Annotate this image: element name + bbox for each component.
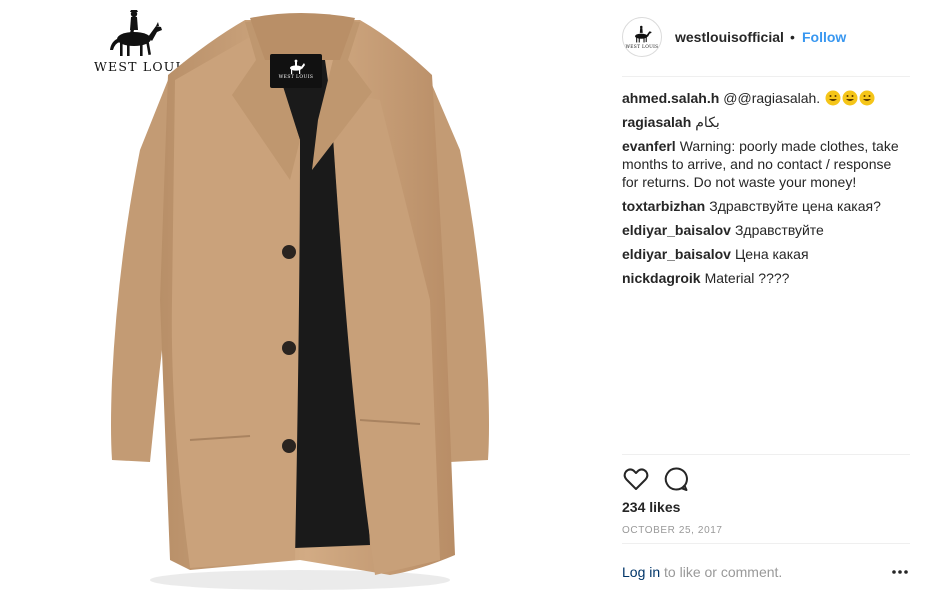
comment-username[interactable]: toxtarbizhan <box>622 198 705 214</box>
separator-dot: • <box>790 29 795 45</box>
coat-label-logo: WEST LOUIS <box>270 54 322 88</box>
comment-text: Здравствуйте <box>734 222 824 238</box>
horse-rider-icon <box>635 25 652 43</box>
more-options-icon[interactable] <box>890 562 910 582</box>
comment-username[interactable]: ahmed.salah.h <box>622 90 719 106</box>
horse-rider-icon <box>290 59 305 74</box>
post-sidebar: WEST LOUIS westlouisofficial • Follow ah… <box>622 0 910 593</box>
comment-bubble-icon[interactable] <box>662 465 690 493</box>
grinning-face-emoji-icon <box>842 90 858 106</box>
comment-item: evanferl Warning: poorly made clothes, ta… <box>622 137 910 191</box>
coat-label-text: WEST LOUIS <box>278 75 314 80</box>
post-footer: Log in to like or comment. <box>622 543 910 594</box>
grinning-face-emoji-icon <box>859 90 875 106</box>
comment-username[interactable]: nickdagroik <box>622 270 701 286</box>
login-prompt-text: to like or comment. <box>660 564 783 580</box>
heart-icon[interactable] <box>622 465 650 493</box>
post-header: WEST LOUIS westlouisofficial • Follow <box>622 16 910 77</box>
grinning-face-emoji-icon <box>825 90 841 106</box>
comment-item: nickdagroik Material ???? <box>622 269 910 287</box>
comment-text: Цена какая <box>734 246 809 262</box>
avatar[interactable]: WEST LOUIS <box>622 17 662 57</box>
comment-username[interactable]: eldiyar_baisalov <box>622 246 731 262</box>
comment-text: Здравствуйте цена какая? <box>709 198 881 214</box>
comment-list: ahmed.salah.h @@ragiasalah. ragiasalah بكا… <box>622 89 910 293</box>
post-actions: 234 likes OCTOBER 25, 2017 <box>622 454 910 545</box>
comment-item: ragiasalah بكام <box>622 113 910 131</box>
comment-item: eldiyar_baisalov Цена какая <box>622 245 910 263</box>
comment-item: toxtarbizhan Здравствуйте цена какая? <box>622 197 910 215</box>
comment-text: @@ragiasalah. <box>723 90 821 106</box>
comment-username[interactable]: ragiasalah <box>622 114 691 130</box>
comment-text: Material ???? <box>704 270 790 286</box>
comment-item: eldiyar_baisalov Здравствуйте <box>622 221 910 239</box>
login-link[interactable]: Log in <box>622 564 660 580</box>
avatar-text: WEST LOUIS <box>625 45 659 50</box>
comment-text: بكام <box>695 114 720 130</box>
follow-button[interactable]: Follow <box>802 29 846 45</box>
comment-item: ahmed.salah.h @@ragiasalah. <box>622 89 910 107</box>
coat-illustration <box>111 13 489 590</box>
comment-username[interactable]: eldiyar_baisalov <box>622 222 731 238</box>
login-prompt: Log in to like or comment. <box>622 564 782 580</box>
comment-username[interactable]: evanferl <box>622 138 676 154</box>
post-image[interactable]: WEST LOUIS WEST LOUIS <box>0 0 600 593</box>
username-link[interactable]: westlouisofficial <box>675 29 784 45</box>
likes-count[interactable]: 234 likes <box>622 499 680 515</box>
post-date: OCTOBER 25, 2017 <box>622 525 723 536</box>
